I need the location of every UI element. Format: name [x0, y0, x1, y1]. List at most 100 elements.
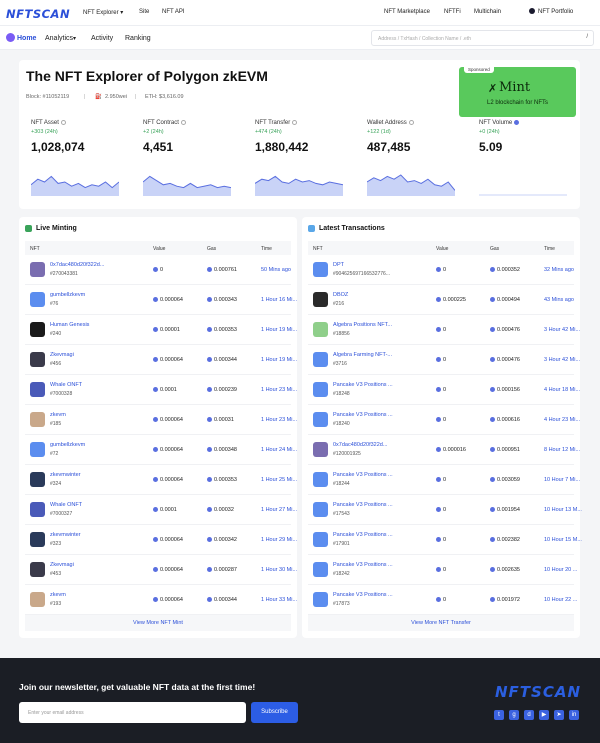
nft-name-link[interactable]: Pancake V3 Positions ... — [333, 412, 397, 418]
topnav-right-item[interactable]: NFTFi — [444, 9, 461, 15]
time-link[interactable]: 1 Hour 33 Mi... — [261, 597, 301, 603]
info-icon[interactable] — [408, 120, 414, 125]
nft-name-link[interactable]: Zkevmagi — [50, 562, 114, 568]
time-link[interactable]: 4 Hour 18 Mi... — [544, 387, 584, 393]
time-link[interactable]: 50 Mins ago — [261, 267, 301, 273]
nft-name-link[interactable]: gumbellzkevm — [50, 292, 114, 298]
time-link[interactable]: 1 Hour 27 Mi... — [261, 507, 301, 513]
topnav-item[interactable]: NFT API — [162, 9, 185, 15]
time-link[interactable]: 1 Hour 19 Mi... — [261, 357, 301, 363]
stat-card[interactable]: Wallet Address +122 (1d) 487,485 — [367, 120, 467, 196]
time-link[interactable]: 1 Hour 25 Mi... — [261, 477, 301, 483]
table-row[interactable]: Whale ONFT #7000328 0.0001 0.000239 1 Hour 2… — [25, 375, 297, 405]
nft-name-link[interactable]: Algebra Farming NFT-... — [333, 352, 397, 358]
nft-name-link[interactable]: DBOZ — [333, 292, 397, 298]
info-icon[interactable] — [60, 120, 66, 125]
table-row[interactable]: gumbellzkevm #76 0.000064 0.000343 1 Hour 16… — [25, 285, 297, 315]
table-row[interactable]: Human Genesis #240 0.00001 0.000353 1 Hour 1… — [25, 315, 297, 345]
nft-name-link[interactable]: zkevmwinter — [50, 532, 114, 538]
table-row[interactable]: 0x7dac480d20f322d... #270043381 0 0.000761 5… — [25, 255, 291, 285]
nft-name-link[interactable]: gumbellzkevm — [50, 442, 114, 448]
nft-name-link[interactable]: Algebra Positions NFT... — [333, 322, 397, 328]
view-more-transfer-link[interactable]: View More NFT Transfer — [308, 615, 574, 631]
nft-name-link[interactable]: Pancake V3 Positions ... — [333, 502, 397, 508]
nft-avatar[interactable] — [30, 262, 45, 277]
table-row[interactable]: DBOZ #216 0.000225 0.000494 43 Mins ago — [308, 285, 574, 315]
nft-name-link[interactable]: Pancake V3 Positions ... — [333, 382, 397, 388]
nft-avatar[interactable] — [313, 532, 328, 547]
table-row[interactable]: Pancake V3 Positions ... #18240 0 0.000616 4… — [308, 405, 580, 435]
table-row[interactable]: Algebra Positions NFT... #18856 0 0.000476 3… — [308, 315, 580, 345]
home-icon[interactable] — [6, 33, 15, 42]
nft-name-link[interactable]: 0x7dac480d20f322d... — [333, 442, 397, 448]
table-row[interactable]: gumbellzkevm #72 0.000064 0.000348 1 Hour 24… — [25, 435, 297, 465]
sponsored-banner[interactable]: Sponsored ✗ Mint L2 blockchain for NFTs — [459, 66, 576, 117]
time-link[interactable]: 10 Hour 20 ... — [544, 567, 584, 573]
linkedin-icon[interactable]: in — [569, 710, 579, 720]
nft-name-link[interactable]: zkevm — [50, 592, 114, 598]
time-link[interactable]: 1 Hour 23 Mi... — [261, 387, 301, 393]
table-row[interactable]: zkevmwinter #324 0.000064 0.000353 1 Hour 25… — [25, 465, 297, 495]
nft-avatar[interactable] — [313, 322, 328, 337]
table-row[interactable]: Pancake V3 Positions ... #17901 0 0.002382 1… — [308, 525, 582, 555]
nft-avatar[interactable] — [30, 412, 45, 427]
table-row[interactable]: zkevm #185 0.000064 0.00031 1 Hour 23 Mi... — [25, 405, 297, 435]
topnav-item[interactable]: Site — [139, 9, 149, 15]
view-more-mint-link[interactable]: View More NFT Mint — [25, 615, 291, 631]
time-link[interactable]: 1 Hour 24 Mi... — [261, 447, 301, 453]
time-link[interactable]: 32 Mins ago — [544, 267, 584, 273]
nft-name-link[interactable]: DPT — [333, 262, 397, 268]
table-row[interactable]: Pancake V3 Positions ... #18248 0 0.000156 4… — [308, 375, 580, 405]
twitter-icon[interactable]: t — [494, 710, 504, 720]
time-link[interactable]: 1 Hour 19 Mi... — [261, 327, 301, 333]
topnav-item[interactable]: NFT Explorer ▾ — [83, 9, 123, 16]
block-number[interactable]: Block: #11052119 — [26, 94, 69, 100]
nft-avatar[interactable] — [313, 592, 328, 607]
nft-name-link[interactable]: Whale ONFT — [50, 382, 114, 388]
nft-avatar[interactable] — [313, 562, 328, 577]
nft-avatar[interactable] — [30, 352, 45, 367]
nft-avatar[interactable] — [30, 562, 45, 577]
nft-name-link[interactable]: zkevmwinter — [50, 472, 114, 478]
nft-name-link[interactable]: zkevm — [50, 412, 114, 418]
nft-avatar[interactable] — [30, 592, 45, 607]
stat-card[interactable]: NFT Asset +303 (24h) 1,028,074 — [31, 120, 131, 196]
time-link[interactable]: 1 Hour 16 Mi... — [261, 297, 301, 303]
nft-avatar[interactable] — [30, 532, 45, 547]
nft-name-link[interactable]: Pancake V3 Positions ... — [333, 472, 397, 478]
nft-avatar[interactable] — [30, 502, 45, 517]
nftscan-logo[interactable]: NFTSCAN — [6, 7, 70, 21]
time-link[interactable]: 10 Hour 13 M... — [544, 507, 584, 513]
nft-name-link[interactable]: Human Genesis — [50, 322, 114, 328]
nft-avatar[interactable] — [313, 442, 328, 457]
nft-avatar[interactable] — [313, 382, 328, 397]
info-icon[interactable] — [180, 120, 186, 125]
topnav-right-item[interactable]: Multichain — [474, 9, 501, 15]
table-row[interactable]: 0x7dac480d20f322d... #120001925 0.000016 0.… — [308, 435, 580, 465]
stat-card[interactable]: NFT Volume +0 (24h) 5.09 — [479, 120, 579, 196]
nft-avatar[interactable] — [30, 292, 45, 307]
table-row[interactable]: Zkevmagi #453 0.000064 0.000287 1 Hour 30 Mi… — [25, 555, 297, 585]
nft-avatar[interactable] — [30, 442, 45, 457]
stat-card[interactable]: NFT Contract +2 (24h) 4,451 — [143, 120, 243, 196]
table-row[interactable]: Zkevmagi #456 0.000064 0.000344 1 Hour 19 Mi… — [25, 345, 297, 375]
nft-avatar[interactable] — [30, 322, 45, 337]
topnav-right-item[interactable]: NFT Portfolio — [538, 9, 573, 15]
info-icon[interactable] — [514, 120, 520, 125]
time-link[interactable]: 3 Hour 42 Mi... — [544, 327, 584, 333]
nav-analytics[interactable]: Analytics▾ — [45, 35, 76, 42]
stat-card[interactable]: NFT Transfer +474 (24h) 1,880,442 — [255, 120, 355, 196]
telegram-icon[interactable]: ➤ — [554, 710, 564, 720]
table-row[interactable]: Pancake V3 Positions ... #18244 0 0.003059 1… — [308, 465, 580, 495]
nav-home[interactable]: Home — [17, 35, 36, 42]
search-input[interactable]: Address / TxHash / Collection Name / .et… — [371, 30, 594, 46]
table-row[interactable]: Pancake V3 Positions ... #18242 0 0.002635 1… — [308, 555, 577, 585]
nft-name-link[interactable]: Pancake V3 Positions ... — [333, 562, 397, 568]
nft-name-link[interactable]: Pancake V3 Positions ... — [333, 592, 397, 598]
youtube-icon[interactable]: ▶ — [539, 710, 549, 720]
time-link[interactable]: 1 Hour 23 Mi... — [261, 417, 301, 423]
nft-name-link[interactable]: 0x7dac480d20f322d... — [50, 262, 114, 268]
time-link[interactable]: 10 Hour 22 ... — [544, 597, 584, 603]
github-icon[interactable]: g — [509, 710, 519, 720]
email-input[interactable]: Enter your email address — [19, 702, 246, 723]
